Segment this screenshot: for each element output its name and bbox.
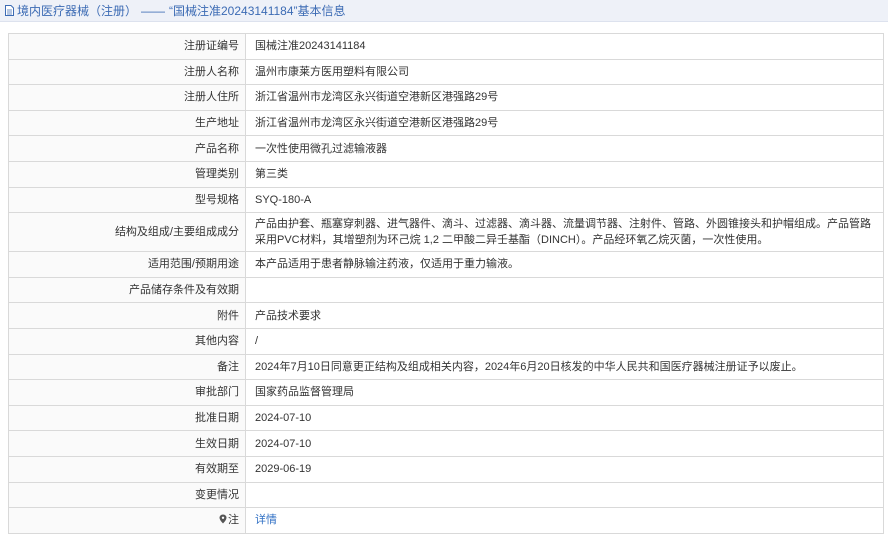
row-label: 备注 <box>8 353 246 381</box>
row-value: 浙江省温州市龙湾区永兴街道空港新区港强路29号 <box>245 84 884 111</box>
table-row: 审批部门 国家药品监督管理局 <box>8 379 884 406</box>
row-label: 生产地址 <box>8 109 246 137</box>
table-row-note: 注 详情 <box>8 507 884 534</box>
row-value: 一次性使用微孔过滤输液器 <box>245 135 884 162</box>
table-row: 适用范围/预期用途 本产品适用于患者静脉输注药液，仅适用于重力输液。 <box>8 251 884 278</box>
row-label: 有效期至 <box>8 455 246 483</box>
row-label: 生效日期 <box>8 430 246 457</box>
row-label: 变更情况 <box>8 481 246 509</box>
page-header: 境内医疗器械（注册） —— “国械注准20243141184”基本信息 <box>0 0 888 22</box>
table-row: 其他内容 / <box>8 327 884 355</box>
row-value: 2024年7月10日同意更正结构及组成相关内容，2024年6月20日核发的中华人… <box>245 353 884 381</box>
row-label: 管理类别 <box>8 160 246 188</box>
row-value: 浙江省温州市龙湾区永兴街道空港新区港强路29号 <box>245 109 884 137</box>
table-row: 产品储存条件及有效期 <box>8 276 884 304</box>
row-label: 批准日期 <box>8 404 246 432</box>
row-label: 适用范围/预期用途 <box>8 251 246 278</box>
header-title: “国械注准20243141184”基本信息 <box>169 4 346 18</box>
document-icon <box>5 5 14 16</box>
registration-info-table: 注册证编号 国械注准20243141184 注册人名称 温州市康莱方医用塑料有限公司注… <box>8 33 884 534</box>
row-value: 国械注准20243141184 <box>245 33 884 60</box>
row-value: 第三类 <box>245 160 884 188</box>
table-row: 生效日期 2024-07-10 <box>8 430 884 457</box>
row-value: 2029-06-19 <box>245 455 884 483</box>
row-value: 详情 <box>245 507 884 534</box>
row-label: 注册证编号 <box>8 33 246 60</box>
row-label: 型号规格 <box>8 186 246 214</box>
row-value: 温州市康莱方医用塑料有限公司 <box>245 58 884 86</box>
header-category: 境内医疗器械（注册） <box>17 4 138 18</box>
table-row: 批准日期 2024-07-10 <box>8 404 884 432</box>
row-label: 结构及组成/主要组成成分 <box>8 212 246 253</box>
table-body: 注册证编号 国械注准20243141184 注册人名称 温州市康莱方医用塑料有限公司注… <box>8 33 884 509</box>
row-label: 注册人住所 <box>8 84 246 111</box>
row-value <box>245 481 884 509</box>
table-row: 有效期至 2029-06-19 <box>8 455 884 483</box>
table-row: 管理类别 第三类 <box>8 160 884 188</box>
row-label: 附件 <box>8 302 246 329</box>
row-value: 2024-07-10 <box>245 430 884 457</box>
table-row: 产品名称 一次性使用微孔过滤输液器 <box>8 135 884 162</box>
note-label: 注 <box>228 514 239 527</box>
details-link[interactable]: 详情 <box>255 514 277 526</box>
row-value: 本产品适用于患者静脉输注药液，仅适用于重力输液。 <box>245 251 884 278</box>
row-value <box>245 276 884 304</box>
header-separator: —— <box>141 3 166 18</box>
table-row: 结构及组成/主要组成成分 产品由护套、瓶塞穿刺器、进气器件、滴斗、过滤器、滴斗器、… <box>8 212 884 253</box>
table-row: 注册人名称 温州市康莱方医用塑料有限公司 <box>8 58 884 86</box>
row-value: 产品技术要求 <box>245 302 884 329</box>
row-label: 审批部门 <box>8 379 246 406</box>
row-label: 产品名称 <box>8 135 246 162</box>
row-label: 产品储存条件及有效期 <box>8 276 246 304</box>
table-row: 备注 2024年7月10日同意更正结构及组成相关内容，2024年6月20日核发的中… <box>8 353 884 381</box>
table-row: 变更情况 <box>8 481 884 509</box>
map-pin-icon <box>219 513 227 524</box>
table-row: 生产地址 浙江省温州市龙湾区永兴街道空港新区港强路29号 <box>8 109 884 137</box>
table-row: 注册证编号 国械注准20243141184 <box>8 33 884 60</box>
row-value: SYQ-180-A <box>245 186 884 214</box>
row-value: 国家药品监督管理局 <box>245 379 884 406</box>
row-value: 产品由护套、瓶塞穿刺器、进气器件、滴斗、过滤器、滴斗器、流量调节器、注射件、管路… <box>245 212 884 253</box>
row-value: / <box>245 327 884 355</box>
table-row: 型号规格 SYQ-180-A <box>8 186 884 214</box>
row-value: 2024-07-10 <box>245 404 884 432</box>
row-label: 注册人名称 <box>8 58 246 86</box>
table-row: 注册人住所 浙江省温州市龙湾区永兴街道空港新区港强路29号 <box>8 84 884 111</box>
row-label: 其他内容 <box>8 327 246 355</box>
row-label: 注 <box>8 507 246 534</box>
table-row: 附件 产品技术要求 <box>8 302 884 329</box>
